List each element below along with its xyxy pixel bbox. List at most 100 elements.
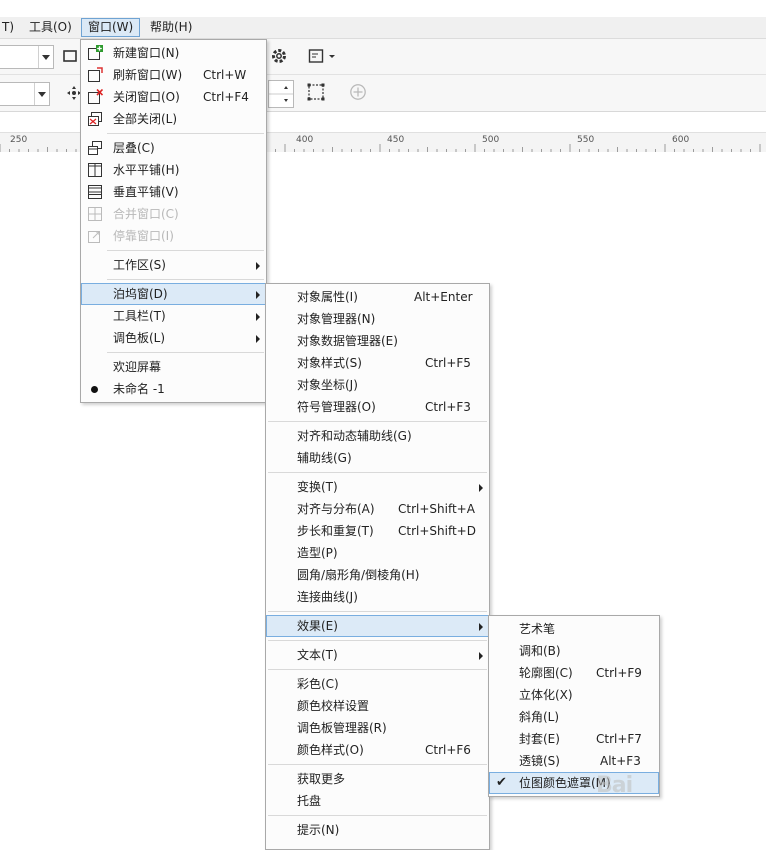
menu-item-untitled-document[interactable]: 未命名 -1: [81, 378, 266, 400]
menu-item-palettes[interactable]: 调色板(L): [81, 327, 266, 349]
menu-tools[interactable]: 工具(O): [23, 19, 78, 36]
menu-item-bitmap-color-mask[interactable]: ✔ 位图颜色遮罩(M): [489, 772, 659, 794]
menu-item-tile-horizontal[interactable]: 水平平铺(H): [81, 159, 266, 181]
dockers-submenu: 对象属性(I) Alt+Enter 对象管理器(N) 对象数据管理器(E) 对象…: [265, 283, 490, 850]
submenu-arrow-icon: [479, 623, 483, 631]
menu-item-label: 工作区(S): [113, 258, 166, 272]
menu-item-palette-manager[interactable]: 调色板管理器(R): [266, 717, 489, 739]
menu-shortcut: Ctrl+F6: [425, 743, 471, 757]
tile-horizontal-icon: [88, 163, 102, 177]
menu-item-label: 辅助线(G): [297, 451, 352, 465]
menu-item-toolbars[interactable]: 工具栏(T): [81, 305, 266, 327]
submenu-arrow-icon: [256, 335, 260, 343]
menu-item-label: 垂直平铺(V): [113, 185, 179, 199]
dropdown-arrow-icon[interactable]: [327, 47, 337, 65]
ruler-label: 450: [387, 135, 405, 145]
zoom-combo[interactable]: [0, 45, 54, 69]
menu-item-bevel[interactable]: 斜角(L): [489, 706, 659, 728]
ruler-label: 250: [10, 135, 28, 145]
menu-item-merge-window: 合并窗口(C): [81, 203, 266, 225]
menu-item-color-styles[interactable]: 颜色样式(O) Ctrl+F6: [266, 739, 489, 761]
menu-shortcut: Ctrl+F5: [425, 356, 471, 370]
menu-item-label: 停靠窗口(I): [113, 229, 174, 243]
select-frame-icon[interactable]: [307, 83, 325, 101]
menu-item-object-coordinates[interactable]: 对象坐标(J): [266, 374, 489, 396]
menu-item-label: 调色板管理器(R): [297, 721, 387, 735]
menu-item-fillet-scallop-chamfer[interactable]: 圆角/扇形角/倒棱角(H): [266, 564, 489, 586]
menu-item-object-styles[interactable]: 对象样式(S) Ctrl+F5: [266, 352, 489, 374]
menu-item-workspace[interactable]: 工作区(S): [81, 254, 266, 276]
chevron-down-icon[interactable]: [38, 46, 53, 68]
menu-item-new-window[interactable]: 新建窗口(N): [81, 42, 266, 64]
menu-item-step-repeat[interactable]: 步长和重复(T) Ctrl+Shift+D: [266, 520, 489, 542]
menu-item-transform[interactable]: 变换(T): [266, 476, 489, 498]
menu-item-hints[interactable]: 提示(N): [266, 819, 489, 841]
menu-item-effects[interactable]: 效果(E): [266, 615, 489, 637]
menu-item-object-manager[interactable]: 对象管理器(N): [266, 308, 489, 330]
menu-item-cascade[interactable]: 层叠(C): [81, 137, 266, 159]
ruler-label: 600: [672, 135, 690, 145]
menu-item-shaping[interactable]: 造型(P): [266, 542, 489, 564]
menu-item-guidelines[interactable]: 辅助线(G): [266, 447, 489, 469]
close-all-icon: [88, 112, 102, 126]
menu-item-tile-vertical[interactable]: 垂直平铺(V): [81, 181, 266, 203]
menu-item-lens[interactable]: 透镜(S) Alt+F3: [489, 750, 659, 772]
menu-item-label: 新建窗口(N): [113, 46, 180, 60]
menu-text[interactable]: T): [0, 19, 20, 36]
title-strip: [0, 0, 766, 17]
menu-item-label: 颜色校样设置: [297, 699, 370, 713]
menu-item-get-more[interactable]: 获取更多: [266, 768, 489, 790]
ruler-label: 550: [577, 135, 595, 145]
menu-item-dockers[interactable]: 泊坞窗(D): [81, 283, 266, 305]
gear-icon[interactable]: [270, 47, 288, 65]
menu-item-blend[interactable]: 调和(B): [489, 640, 659, 662]
menu-help[interactable]: 帮助(H): [144, 19, 198, 36]
menu-shortcut: Ctrl+F3: [425, 400, 471, 414]
menu-item-label: 立体化(X): [519, 688, 573, 702]
object-combo[interactable]: [0, 82, 50, 106]
menu-item-label: 合并窗口(C): [113, 207, 179, 221]
menu-item-color[interactable]: 彩色(C): [266, 673, 489, 695]
menu-separator: [107, 352, 264, 353]
menu-item-envelope[interactable]: 封套(E) Ctrl+F7: [489, 728, 659, 750]
view-options-icon[interactable]: [307, 47, 325, 65]
menu-item-label: 对象样式(S): [297, 356, 362, 370]
close-window-icon: [88, 89, 103, 104]
chevron-down-icon[interactable]: [34, 83, 49, 105]
menu-item-label: 效果(E): [297, 619, 338, 633]
menu-shortcut: Ctrl+W: [203, 68, 247, 82]
menu-window[interactable]: 窗口(W): [81, 18, 141, 37]
menu-item-label: 圆角/扇形角/倒棱角(H): [297, 568, 420, 582]
menu-separator: [268, 640, 487, 641]
dock-window-icon: [88, 231, 100, 243]
spin-control[interactable]: [268, 80, 294, 108]
menu-item-welcome-screen[interactable]: 欢迎屏幕: [81, 356, 266, 378]
menu-item-symbol-manager[interactable]: 符号管理器(O) Ctrl+F3: [266, 396, 489, 418]
menu-item-contour[interactable]: 轮廓图(C) Ctrl+F9: [489, 662, 659, 684]
menu-separator: [268, 611, 487, 612]
menu-item-join-curves[interactable]: 连接曲线(J): [266, 586, 489, 608]
menu-item-object-data-manager[interactable]: 对象数据管理器(E): [266, 330, 489, 352]
effects-submenu: 艺术笔 调和(B) 轮廓图(C) Ctrl+F9 立体化(X) 斜角(L) 封套…: [488, 615, 660, 797]
menu-item-artistic-media[interactable]: 艺术笔: [489, 618, 659, 640]
menu-item-proof-colors[interactable]: 颜色校样设置: [266, 695, 489, 717]
menu-item-label: 对象坐标(J): [297, 378, 358, 392]
refresh-window-icon: [88, 67, 103, 82]
menu-item-close-all[interactable]: 全部关闭(L): [81, 108, 266, 130]
add-icon[interactable]: [349, 83, 367, 101]
menu-item-align-distribute[interactable]: 对齐与分布(A) Ctrl+Shift+A: [266, 498, 489, 520]
menu-item-label: 欢迎屏幕: [113, 360, 162, 374]
menu-item-alignment-guides[interactable]: 对齐和动态辅助线(G): [266, 425, 489, 447]
menu-item-text[interactable]: 文本(T): [266, 644, 489, 666]
menu-item-tray[interactable]: 托盘: [266, 790, 489, 812]
full-screen-icon[interactable]: [61, 47, 79, 65]
menu-item-label: 调和(B): [519, 644, 561, 658]
menu-item-label: 艺术笔: [519, 622, 556, 636]
menu-item-refresh-window[interactable]: 刷新窗口(W) Ctrl+W: [81, 64, 266, 86]
merge-window-icon: [88, 207, 102, 221]
menu-item-extrude[interactable]: 立体化(X): [489, 684, 659, 706]
menu-item-close-window[interactable]: 关闭窗口(O) Ctrl+F4: [81, 86, 266, 108]
submenu-arrow-icon: [256, 262, 260, 270]
menu-item-label: 提示(N): [297, 823, 340, 837]
menu-item-object-properties[interactable]: 对象属性(I) Alt+Enter: [266, 286, 489, 308]
